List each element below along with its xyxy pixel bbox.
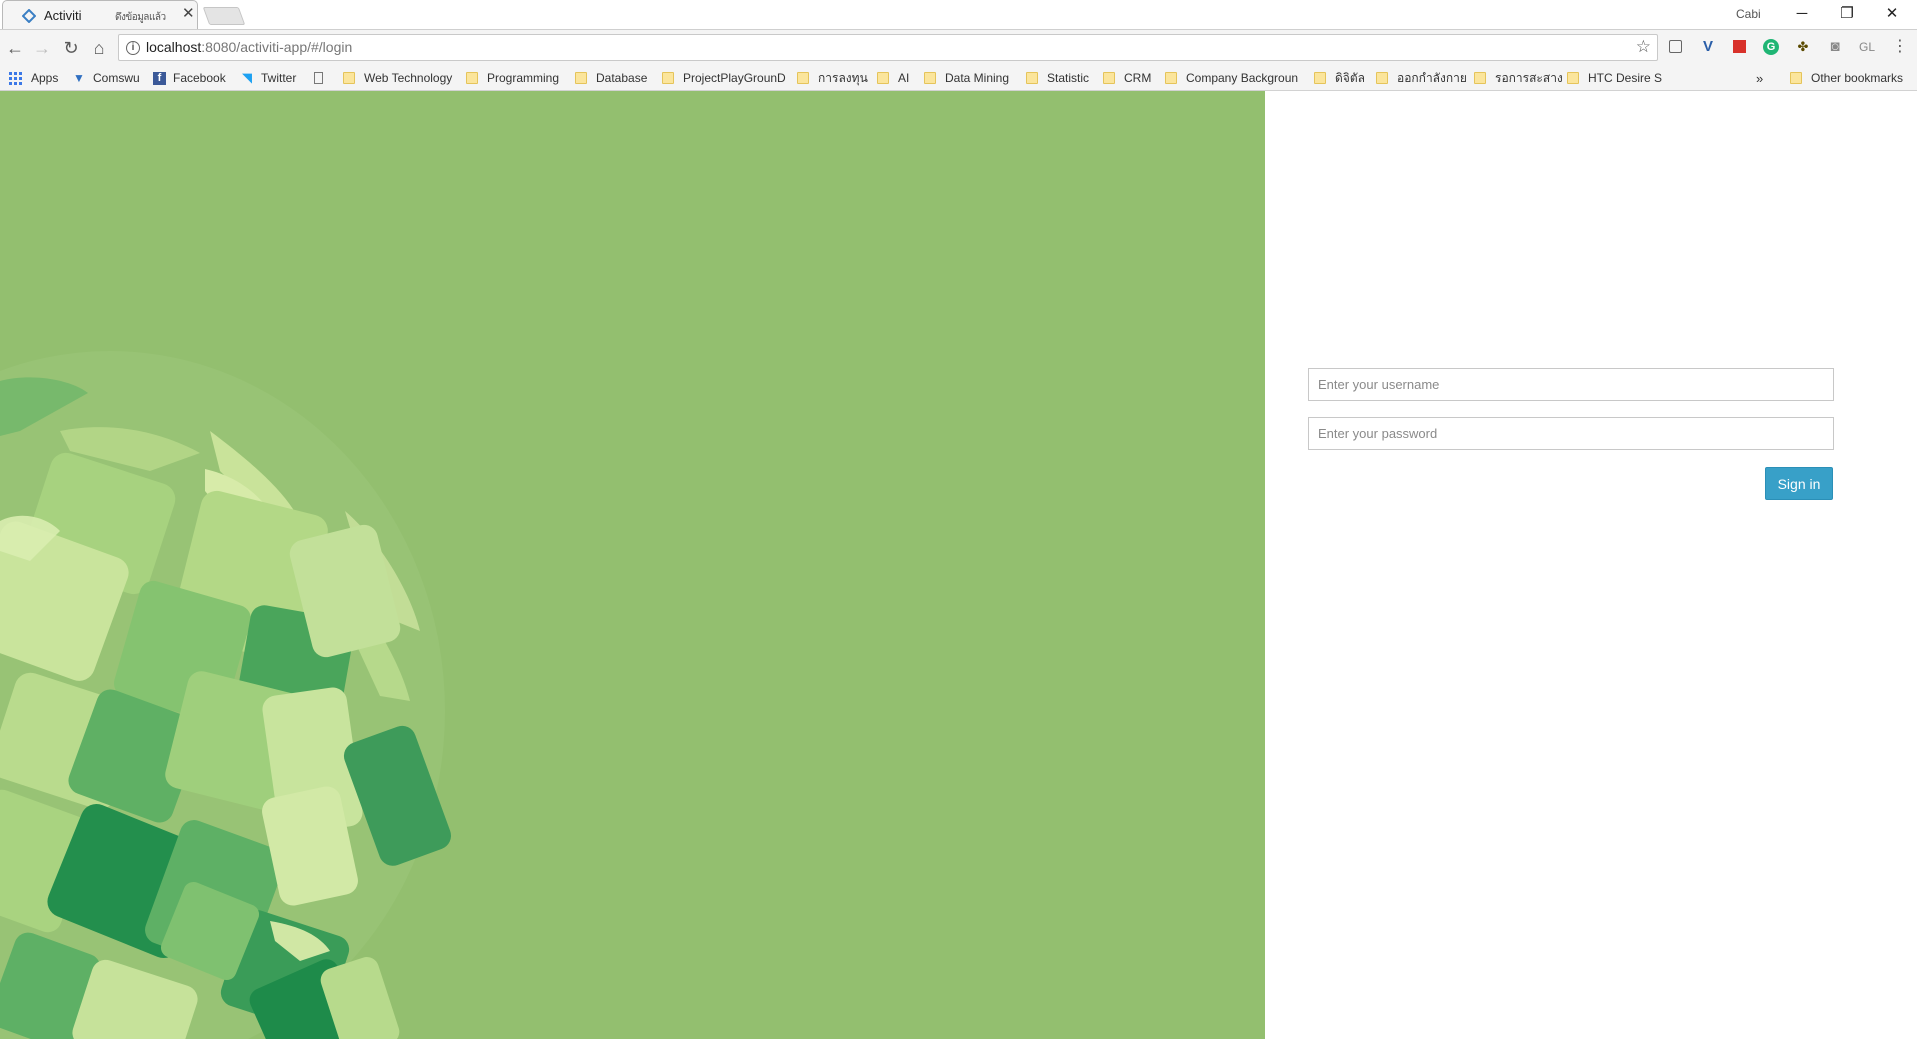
bookmark-database[interactable]: Database <box>575 70 647 86</box>
bookmark-pending[interactable]: รอการสะสาง <box>1474 70 1563 86</box>
folder-icon <box>1103 72 1115 84</box>
red-square-icon[interactable] <box>1733 40 1746 53</box>
facebook-icon: f <box>153 71 166 85</box>
profile-name[interactable]: Cabi <box>1736 7 1761 21</box>
bookmark-exercise[interactable]: ออกกำลังกาย <box>1376 70 1467 86</box>
folder-icon <box>1474 72 1486 84</box>
activiti-diamond-icon <box>22 9 36 23</box>
forward-icon[interactable]: → <box>31 37 53 59</box>
bookmark-programming[interactable]: Programming <box>466 70 559 86</box>
minimize-button[interactable]: ─ <box>1779 3 1825 25</box>
username-input[interactable] <box>1308 368 1834 401</box>
brand-panel <box>0 91 1265 1039</box>
home-icon[interactable]: ⌂ <box>88 37 110 59</box>
folder-icon <box>466 72 478 84</box>
url-text[interactable]: localhost:8080/activiti-app/#/login <box>146 39 352 55</box>
tab-strip: Activiti ดึงข้อมูลแล้ว ✕ Cabi ─ ❐ ✕ <box>0 0 1917 29</box>
tab-title: Activiti <box>44 8 82 23</box>
folder-icon <box>1376 72 1388 84</box>
folder-icon <box>1165 72 1177 84</box>
login-panel: Sign in <box>1265 91 1917 1039</box>
folder-icon <box>1567 72 1579 84</box>
bookmarks-overflow-icon[interactable]: » <box>1756 70 1763 86</box>
restore-button[interactable]: ❐ <box>1824 3 1870 25</box>
bookmark-crm[interactable]: CRM <box>1103 70 1151 86</box>
document-icon[interactable] <box>1669 40 1682 53</box>
bookmark-twitter[interactable]: ◥ Twitter <box>240 70 296 86</box>
back-icon[interactable]: ← <box>4 37 26 59</box>
folder-icon <box>797 72 809 84</box>
new-tab-button[interactable] <box>202 7 246 25</box>
sign-in-button[interactable]: Sign in <box>1765 467 1833 500</box>
bookmark-web-technology[interactable]: Web Technology <box>343 70 452 86</box>
folder-icon <box>662 72 674 84</box>
page-icon <box>314 72 323 84</box>
bookmark-apps[interactable]: Apps <box>9 70 58 86</box>
tab-close-icon[interactable]: ✕ <box>182 6 195 22</box>
tab-extra-text: ดึงข้อมูลแล้ว <box>115 12 166 23</box>
bookmark-statistic[interactable]: Statistic <box>1026 70 1089 86</box>
folder-icon <box>924 72 936 84</box>
comswu-icon: ▼ <box>73 71 85 85</box>
bookmark-comswu[interactable]: ▼ Comswu <box>72 70 140 86</box>
globe-artwork <box>0 351 451 1039</box>
folder-icon <box>1790 72 1802 84</box>
folder-icon <box>877 72 889 84</box>
folder-icon <box>1314 72 1326 84</box>
bookmark-projectplayground[interactable]: ProjectPlayGrounD <box>662 70 786 86</box>
tab-activiti[interactable]: Activiti ดึงข้อมูลแล้ว ✕ <box>2 0 198 29</box>
bee-icon[interactable]: ✤ <box>1795 39 1811 55</box>
bookmark-htc-desire-s[interactable]: HTC Desire S <box>1567 70 1662 86</box>
grammarly-g-icon[interactable]: G <box>1763 39 1779 55</box>
bookmark-investment[interactable]: การลงทุน <box>797 70 868 86</box>
info-icon[interactable]: i <box>126 41 140 55</box>
folder-icon <box>575 72 587 84</box>
bookmarks-bar: Apps ▼ Comswu f Facebook ◥ Twitter Web T… <box>0 64 1917 91</box>
browser-window: Activiti ดึงข้อมูลแล้ว ✕ Cabi ─ ❐ ✕ ← → … <box>0 0 1917 1039</box>
bookmark-other-bookmarks[interactable]: Other bookmarks <box>1790 70 1903 86</box>
gl-icon[interactable]: GL <box>1857 39 1877 55</box>
apps-grid-icon <box>9 71 22 85</box>
page-content: Sign in <box>0 91 1917 1039</box>
address-bar[interactable]: i localhost:8080/activiti-app/#/login ☆ <box>118 34 1658 61</box>
camera-icon[interactable]: ◙ <box>1827 39 1843 55</box>
password-input[interactable] <box>1308 417 1834 450</box>
reload-icon[interactable]: ↻ <box>60 37 82 59</box>
twitter-icon: ◥ <box>242 70 252 85</box>
bookmark-page[interactable] <box>314 70 330 86</box>
bookmark-ai[interactable]: AI <box>877 70 909 86</box>
folder-icon <box>343 72 355 84</box>
bookmark-digital[interactable]: ดิจิตัล <box>1314 70 1365 86</box>
vivaldi-v-icon[interactable]: V <box>1700 39 1716 55</box>
browser-toolbar: ← → ↻ ⌂ i localhost:8080/activiti-app/#/… <box>0 29 1917 64</box>
bookmark-data-mining[interactable]: Data Mining <box>924 70 1009 86</box>
folder-icon <box>1026 72 1038 84</box>
bookmark-facebook[interactable]: f Facebook <box>153 70 226 86</box>
close-window-button[interactable]: ✕ <box>1869 3 1915 25</box>
bookmark-company-background[interactable]: Company Backgroun <box>1165 70 1298 86</box>
bookmark-star-icon[interactable]: ☆ <box>1636 37 1651 57</box>
menu-dots-icon[interactable]: ⋮ <box>1892 39 1908 55</box>
